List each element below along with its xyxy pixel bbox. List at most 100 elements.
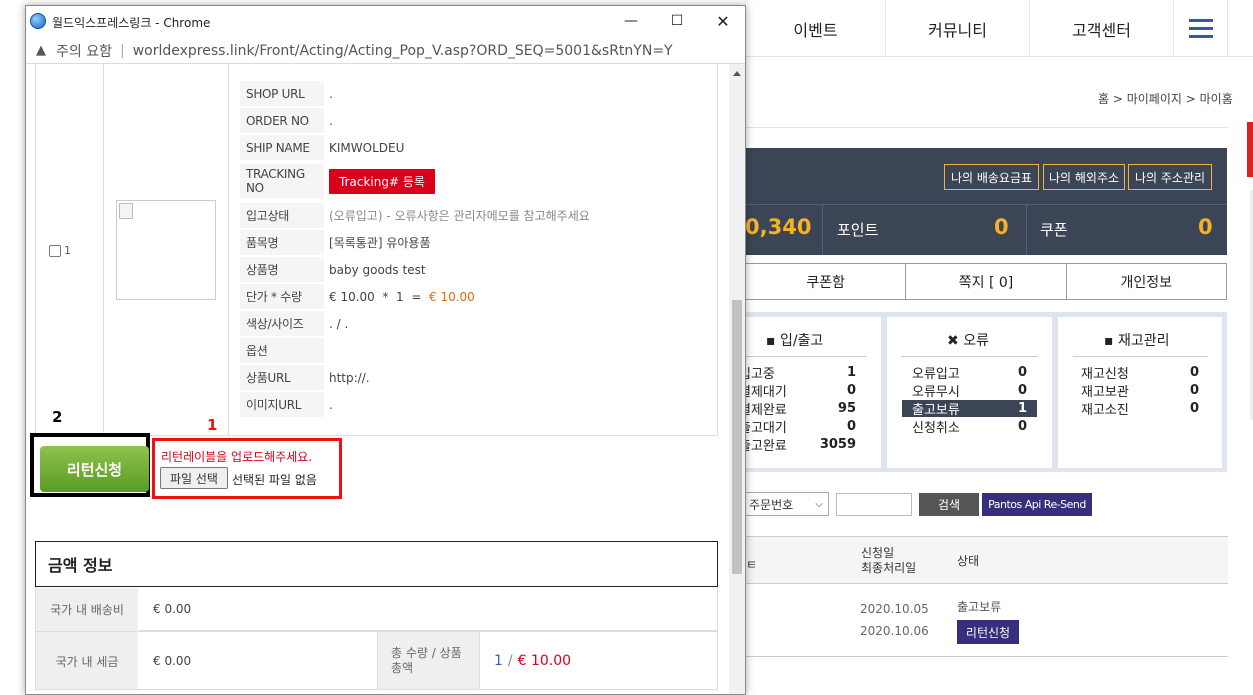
stat-row[interactable]: 결제대기0 (745, 382, 856, 399)
divider (36, 689, 717, 690)
nav-customer-center[interactable]: 고객센터 (1029, 0, 1173, 57)
my-shipping-rates-button[interactable]: 나의 배송요금표 (944, 164, 1039, 190)
info-row: 품목명 [목록통관] 유아용품 (240, 230, 710, 257)
balance-row (745, 204, 1227, 255)
divider (745, 656, 1228, 657)
window-title: 월드익스프레스링크 - Chrome (52, 16, 211, 30)
coupon-value: 0 (1198, 215, 1213, 239)
scroll-up-arrow-icon[interactable] (733, 71, 741, 76)
info-row: TRACKING NO Tracking# 등록 (240, 164, 710, 200)
security-label[interactable]: 주의 요함 (56, 41, 112, 61)
info-row: 색상/사이즈. / . (240, 311, 710, 338)
breadcrumb: 홈 > 마이페이지 > 마이홈 (1098, 92, 1233, 106)
total-value: 1/€ 10.00 (494, 653, 572, 669)
divider (1026, 205, 1027, 255)
divider (822, 205, 823, 255)
info-row: SHOP URL. (240, 81, 710, 108)
divider (745, 127, 1228, 128)
stat-row[interactable]: 재고소진 0 (1073, 400, 1207, 418)
domestic-shipping-label: 국가 내 배송비 (36, 588, 138, 631)
balance-value: 0,340 (745, 215, 812, 239)
stat-row[interactable]: 오류입고 0 (902, 364, 1037, 382)
results-table-header (745, 536, 1228, 584)
info-row: ORDER NO. (240, 108, 710, 135)
annotation-number-2: 2 (52, 408, 63, 426)
tracking-register-button[interactable]: Tracking# 등록 (329, 168, 435, 194)
domestic-shipping-value: € 0.00 (139, 588, 717, 631)
divider (1073, 356, 1208, 357)
url-text[interactable]: worldexpress.link/Front/Acting/Acting_Po… (133, 43, 673, 59)
item-checkbox[interactable] (49, 245, 61, 257)
search-input[interactable] (836, 493, 912, 516)
box-icon: ▪ (766, 333, 780, 349)
return-request-button-small[interactable]: 리턴신청 (957, 620, 1019, 644)
point-label: 포인트 (837, 221, 879, 239)
window-titlebar[interactable]: 월드익스프레스링크 - Chrome — ☐ ✕ (26, 6, 745, 38)
divider (377, 632, 378, 690)
item-number: 1 (64, 244, 71, 257)
stat-row[interactable]: 입고중1 (745, 364, 856, 381)
coupon-label: 쿠폰 (1040, 221, 1068, 239)
product-image (116, 200, 216, 300)
request-date: 2020.10.05 (860, 602, 929, 616)
stats-error-title: ✖ 오류 (947, 333, 989, 349)
amount-section-title: 금액 정보 (35, 541, 718, 587)
side-indicator (1247, 122, 1253, 177)
hamburger-menu-icon[interactable] (1173, 0, 1228, 57)
search-button[interactable]: 검색 (919, 493, 979, 516)
row-status: 출고보류 (957, 600, 1002, 614)
stat-row[interactable]: 결제완료95 (745, 400, 856, 417)
divider (479, 632, 480, 690)
total-qty-label: 총 수량 / 상품 총액 (378, 632, 479, 690)
info-row: 입고상태 (오류입고) - 오류사항은 관리자메모를 참고해주세요 (240, 203, 710, 230)
upload-message: 리턴레이블을 업로드해주세요. (161, 450, 313, 464)
tab-messages[interactable]: 쪽지 [ 0] (905, 264, 1065, 299)
maximize-icon[interactable]: ☐ (654, 6, 700, 36)
stats-inout-title: ▪ 입/출고 (766, 333, 824, 349)
info-row: 단가 * 수량 € 10.00 * 1 = € 10.00 (240, 284, 710, 311)
header-col-fragment: ㅌ (746, 558, 758, 572)
tab-coupon-box[interactable]: 쿠폰함 (746, 264, 905, 299)
search-type-select[interactable]: 주문번호 ⌵ (745, 492, 829, 516)
info-row: 이미지URL. (240, 392, 710, 419)
file-select-button[interactable]: 파일 선택 (160, 467, 228, 489)
unit-total: € 10.00 (429, 289, 475, 304)
return-request-button[interactable]: 리턴신청 (40, 446, 149, 492)
stat-row-highlighted[interactable]: 출고보류 1 (902, 400, 1037, 418)
warning-icon: ▲ (36, 43, 46, 58)
stat-row[interactable]: 재고신청 0 (1073, 364, 1207, 382)
divider (901, 356, 1038, 357)
header-date: 신청일 최종처리일 (861, 546, 917, 575)
point-value: 0 (994, 215, 1009, 239)
tab-personal-info[interactable]: 개인정보 (1065, 264, 1226, 299)
info-row: 상품명 baby goods test (240, 257, 710, 284)
info-row: 상품URL http://. (240, 365, 710, 392)
nav-community[interactable]: 커뮤니티 (885, 0, 1029, 57)
divider (745, 356, 866, 357)
broken-image-icon (119, 203, 133, 219)
info-row: SHIP NAME KIMWOLDEU (240, 135, 710, 162)
stat-row[interactable]: 재고보관 0 (1073, 382, 1207, 400)
my-address-manage-button[interactable]: 나의 주소관리 (1128, 164, 1212, 190)
stat-row[interactable]: 신청취소 0 (902, 418, 1037, 436)
total-amount: € 10.00 (517, 653, 572, 669)
minimize-icon[interactable]: — (608, 6, 654, 36)
stats-stock-title: ▪ 재고관리 (1104, 333, 1170, 349)
stat-row[interactable]: 오류무시 0 (902, 382, 1037, 400)
my-overseas-address-button[interactable]: 나의 해외주소 (1043, 164, 1125, 190)
info-row: 옵션 (240, 338, 710, 365)
close-icon[interactable]: ✕ (700, 6, 746, 36)
annotation-number-1: 1 (207, 416, 218, 434)
stat-row[interactable]: 출고대기0 (745, 418, 856, 435)
address-bar[interactable]: ▲ 주의 요함 | worldexpress.link/Front/Acting… (26, 38, 745, 64)
globe-icon (30, 13, 46, 29)
scrollbar-thumb[interactable] (732, 300, 742, 574)
file-none-label: 선택된 파일 없음 (232, 473, 317, 487)
nav-event[interactable]: 이벤트 (745, 0, 885, 57)
box-icon: ▪ (1104, 333, 1118, 349)
header-status: 상태 (957, 554, 980, 568)
pantos-resend-button[interactable]: Pantos Api Re-Send (982, 493, 1092, 516)
final-date: 2020.10.06 (860, 624, 929, 638)
close-icon: ✖ (947, 333, 964, 349)
stat-row[interactable]: 출고완료3059 (745, 436, 856, 453)
